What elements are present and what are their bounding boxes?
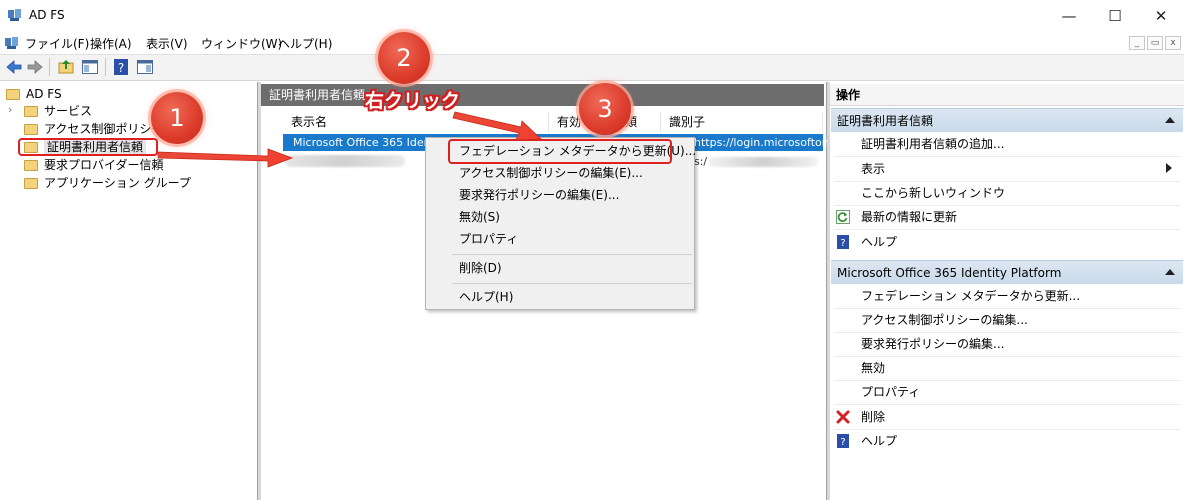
collapse-arrow-icon[interactable] bbox=[1165, 269, 1175, 275]
mdi-restore-button[interactable]: ▭ bbox=[1147, 36, 1163, 50]
action-help[interactable]: ヘルプ bbox=[861, 231, 897, 253]
ctx-help[interactable]: ヘルプ(H) bbox=[459, 286, 513, 308]
action-edit-access-policy[interactable]: アクセス制御ポリシーの編集... bbox=[861, 309, 1028, 331]
action-refresh[interactable]: 最新の情報に更新 bbox=[861, 206, 957, 228]
help-icon[interactable]: ? bbox=[112, 58, 130, 76]
tree-root-label: AD FS bbox=[26, 87, 62, 101]
mdi-minimize-button[interactable]: _ bbox=[1129, 36, 1145, 50]
menu-help[interactable]: ヘルプ(H) bbox=[278, 35, 332, 52]
section-title: 証明書利用者信頼 bbox=[837, 114, 934, 128]
action-help[interactable]: ヘルプ bbox=[861, 430, 897, 452]
folder-icon bbox=[6, 89, 20, 100]
ctx-delete[interactable]: 削除(D) bbox=[459, 257, 502, 279]
actions-section-relying-party[interactable]: 証明書利用者信頼 bbox=[831, 108, 1183, 132]
menu-file[interactable]: ファイル(F) bbox=[25, 35, 89, 52]
window-title: AD FS bbox=[29, 8, 65, 22]
action-add-relying-party[interactable]: 証明書利用者信頼の追加... bbox=[861, 133, 1004, 155]
folder-icon bbox=[24, 160, 38, 171]
tree-item-label: アプリケーション グループ bbox=[44, 176, 191, 190]
forward-arrow-icon[interactable] bbox=[26, 58, 44, 76]
svg-text:?: ? bbox=[840, 238, 845, 249]
table-row-redacted[interactable] bbox=[285, 155, 405, 167]
action-update-metadata[interactable]: フェデレーション メタデータから更新... bbox=[861, 285, 1080, 307]
action-pane-icon[interactable] bbox=[136, 58, 154, 76]
ctx-edit-issuance-policy[interactable]: 要求発行ポリシーの編集(E)... bbox=[459, 184, 619, 206]
toolbar bbox=[0, 54, 1184, 81]
tree-item-label: サービス bbox=[44, 104, 93, 118]
close-button[interactable]: ✕ bbox=[1138, 0, 1184, 32]
redacted-text bbox=[708, 157, 818, 167]
svg-text:?: ? bbox=[118, 61, 124, 75]
collapse-arrow-icon[interactable] bbox=[1165, 117, 1175, 123]
highlight-box bbox=[448, 139, 672, 164]
step-badge-2: 2 bbox=[378, 32, 430, 84]
ctx-disable[interactable]: 無効(S) bbox=[459, 206, 500, 228]
actions-pane-title: 操作 bbox=[830, 84, 1184, 106]
submenu-arrow-icon bbox=[1166, 163, 1172, 173]
folder-up-icon[interactable] bbox=[57, 58, 75, 76]
action-view[interactable]: 表示 bbox=[861, 158, 885, 180]
back-arrow-icon[interactable] bbox=[5, 58, 23, 76]
help-icon: ? bbox=[837, 434, 849, 448]
highlight-box bbox=[18, 138, 158, 156]
tree-item-label: アクセス制御ポリシー bbox=[44, 122, 164, 136]
refresh-icon bbox=[836, 210, 850, 224]
step-badge-1: 1 bbox=[151, 92, 203, 144]
minimize-button[interactable]: — bbox=[1046, 0, 1092, 32]
folder-icon bbox=[24, 106, 38, 117]
ctx-edit-access-policy[interactable]: アクセス制御ポリシーの編集(E)... bbox=[459, 162, 643, 184]
menu-view[interactable]: 表示(V) bbox=[146, 35, 188, 52]
folder-icon bbox=[24, 124, 38, 135]
list-header: 表示名 有効 種類 識別子 bbox=[283, 112, 823, 132]
action-delete[interactable]: 削除 bbox=[861, 406, 885, 428]
action-properties[interactable]: プロパティ bbox=[861, 381, 920, 403]
results-pane-header: 証明書利用者信頼 bbox=[261, 84, 824, 106]
maximize-button[interactable]: ☐ bbox=[1092, 0, 1138, 32]
menu-action[interactable]: 操作(A) bbox=[90, 35, 132, 52]
help-icon: ? bbox=[837, 235, 849, 249]
show-hide-tree-icon[interactable] bbox=[81, 58, 99, 76]
svg-text:?: ? bbox=[840, 437, 845, 448]
column-identifier[interactable]: 識別子 bbox=[661, 112, 823, 132]
right-click-callout: 右クリック bbox=[365, 90, 461, 112]
title-bar bbox=[0, 0, 1184, 32]
tree-item-label: 要求プロバイダー信頼 bbox=[44, 158, 164, 172]
action-disable[interactable]: 無効 bbox=[861, 357, 885, 379]
expand-chevron-icon[interactable]: › bbox=[8, 103, 12, 116]
delete-icon bbox=[836, 410, 850, 424]
actions-section-o365[interactable]: Microsoft Office 365 Identity Platform bbox=[831, 260, 1183, 284]
column-display-name[interactable]: 表示名 bbox=[283, 112, 549, 132]
adfs-icon bbox=[5, 37, 18, 49]
folder-icon bbox=[24, 178, 38, 189]
action-edit-issuance-policy[interactable]: 要求発行ポリシーの編集... bbox=[861, 333, 1004, 355]
section-title: Microsoft Office 365 Identity Platform bbox=[837, 266, 1062, 280]
action-new-window[interactable]: ここから新しいウィンドウ bbox=[861, 182, 1005, 204]
adfs-icon bbox=[8, 9, 21, 21]
ctx-properties[interactable]: プロパティ bbox=[459, 228, 518, 250]
menu-window[interactable]: ウィンドウ(W) bbox=[201, 35, 282, 52]
mdi-close-button[interactable]: x bbox=[1165, 36, 1181, 50]
step-badge-3: 3 bbox=[579, 83, 631, 135]
